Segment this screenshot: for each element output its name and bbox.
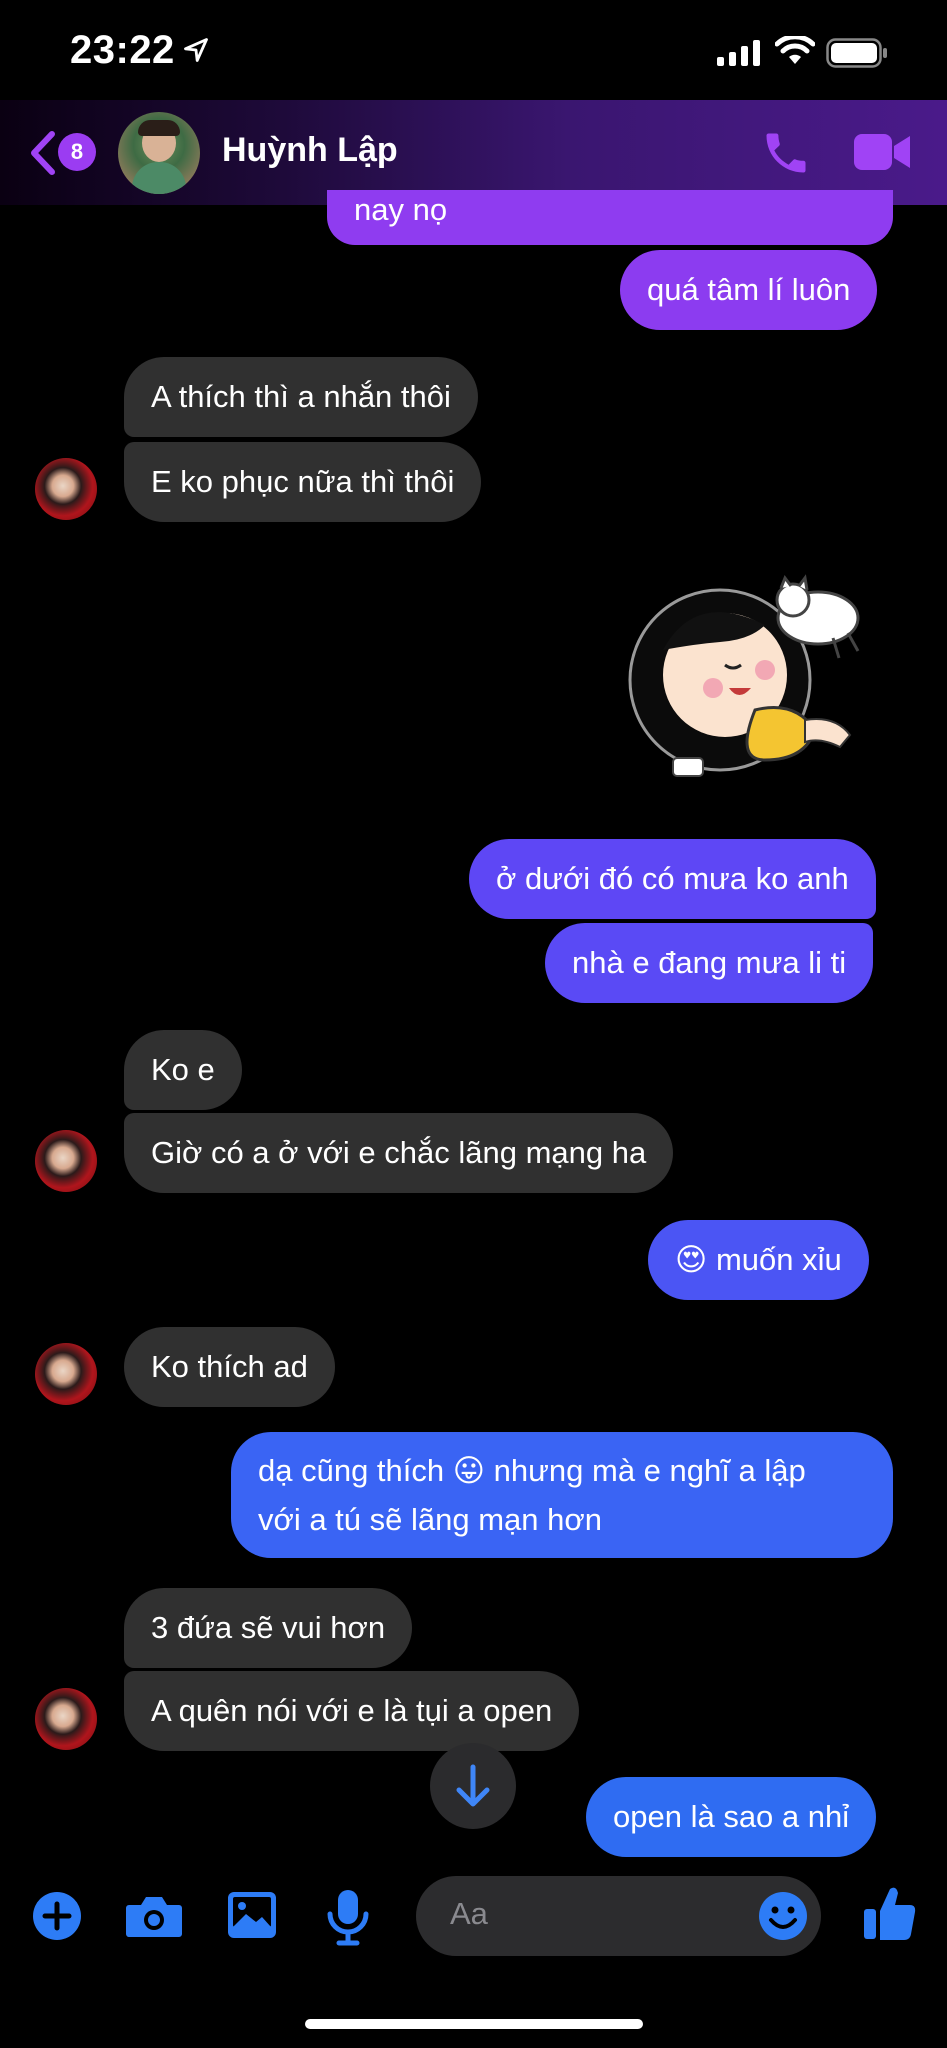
wifi-icon bbox=[775, 36, 815, 64]
message-text-line1: dạ cũng thích 😛 nhưng mà e nghĩ a lập bbox=[258, 1453, 806, 1488]
message-bubble-outgoing[interactable]: 😍 muốn xỉu bbox=[648, 1220, 869, 1300]
scroll-to-bottom-button[interactable] bbox=[430, 1743, 516, 1829]
heart-eyes-emoji: 😍 bbox=[675, 1242, 708, 1277]
message-text-line2: với a tú sẽ lãng mạn hơn bbox=[258, 1502, 602, 1537]
message-bubble-outgoing[interactable]: nhà e đang mưa li ti bbox=[545, 923, 874, 1003]
camera-icon[interactable] bbox=[125, 1893, 183, 1939]
message-bubble-outgoing[interactable]: dạ cũng thích 😛 nhưng mà e nghĩ a lập vớ… bbox=[231, 1432, 893, 1558]
image-icon[interactable] bbox=[226, 1890, 278, 1940]
navigation-arrow-icon bbox=[184, 38, 208, 62]
phone-icon[interactable] bbox=[760, 127, 812, 179]
signal-icon bbox=[717, 40, 760, 66]
message-bubble-outgoing[interactable]: quá tâm lí luôn bbox=[620, 250, 878, 330]
thumbs-up-icon[interactable] bbox=[862, 1883, 918, 1943]
message-input-placeholder: Aa bbox=[450, 1896, 488, 1931]
message-bubble-incoming[interactable]: Ko e bbox=[124, 1030, 242, 1110]
message-bubble-outgoing[interactable]: open là sao a nhỉ bbox=[586, 1777, 877, 1857]
message-bubble-outgoing[interactable]: ở dưới đó có mưa ko anh bbox=[469, 839, 876, 919]
message-bubble-incoming[interactable]: Giờ có a ở với e chắc lãng mạng ha bbox=[124, 1113, 674, 1193]
message-text: muốn xỉu bbox=[715, 1242, 842, 1277]
status-time: 23:22 bbox=[70, 28, 175, 72]
arrow-down-icon bbox=[456, 1764, 490, 1807]
microphone-icon[interactable] bbox=[325, 1888, 371, 1946]
contact-avatar-small[interactable] bbox=[35, 1343, 97, 1405]
message-bubble-incoming[interactable]: A thích thì a nhắn thôi bbox=[124, 357, 478, 437]
message-bubble-incoming[interactable]: Ko thích ad bbox=[124, 1327, 335, 1407]
contact-avatar-small[interactable] bbox=[35, 1130, 97, 1192]
video-icon[interactable] bbox=[852, 130, 912, 174]
plus-icon[interactable] bbox=[32, 1891, 82, 1941]
message-bubble-incoming[interactable]: E ko phục nữa thì thôi bbox=[124, 442, 482, 522]
unread-count-badge[interactable]: 8 bbox=[58, 133, 96, 171]
contact-avatar-small[interactable] bbox=[35, 458, 97, 520]
emoji-icon[interactable] bbox=[757, 1890, 809, 1942]
back-chevron-icon[interactable] bbox=[28, 130, 58, 176]
home-indicator bbox=[305, 2019, 643, 2029]
battery-icon bbox=[826, 38, 887, 68]
message-bubble-outgoing[interactable]: nay nọ bbox=[327, 190, 893, 245]
message-bubble-incoming[interactable]: A quên nói với e là tụi a open bbox=[124, 1671, 580, 1751]
message-bubble-incoming[interactable]: 3 đứa sẽ vui hơn bbox=[124, 1588, 413, 1668]
contact-avatar-small[interactable] bbox=[35, 1688, 97, 1750]
contact-name[interactable]: Huỳnh Lập bbox=[222, 131, 398, 170]
contact-avatar[interactable] bbox=[118, 112, 200, 194]
sleeping-girl-with-cat-sticker[interactable] bbox=[625, 570, 885, 800]
